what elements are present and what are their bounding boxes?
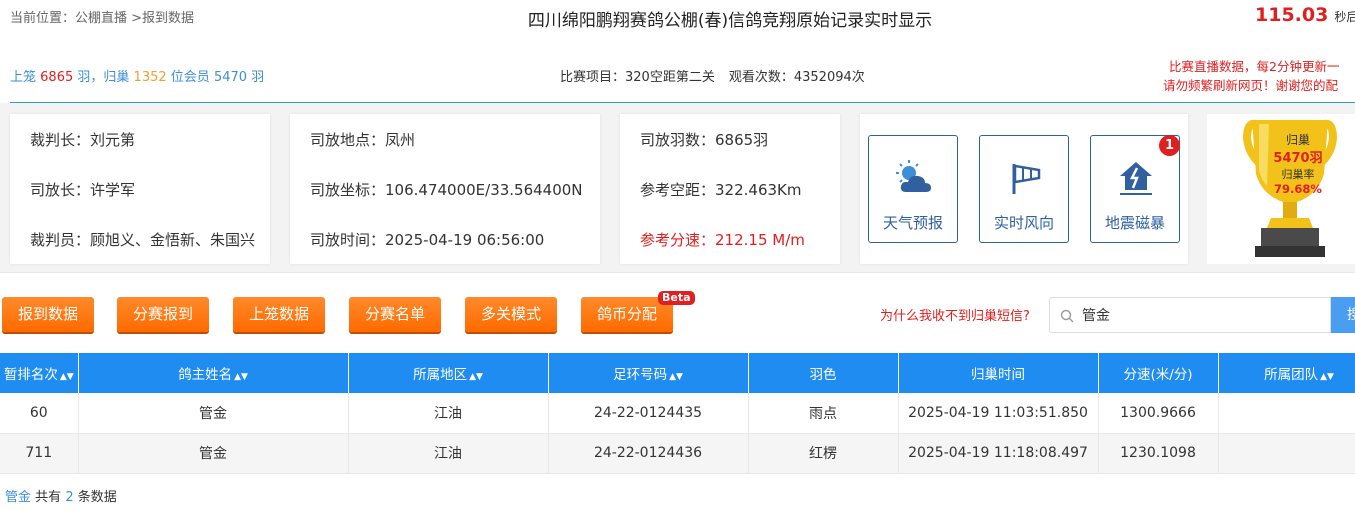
views-label: 观看次数： xyxy=(728,70,794,85)
release-time: 司放时间：2025-04-19 06:56:00 xyxy=(310,231,545,249)
earthquake-icon xyxy=(1120,162,1152,195)
wind-button[interactable]: 实时风向 xyxy=(979,135,1069,243)
members-unit: 羽 xyxy=(251,70,265,85)
race-item-label: 比赛项目： xyxy=(560,70,626,85)
table-row: 60 管金 江油 24-22-0124435 雨点 2025-04-19 11:… xyxy=(0,393,1355,434)
division-list-button[interactable]: 分赛名单 xyxy=(349,297,441,332)
cell-team xyxy=(1218,433,1355,474)
column-team[interactable]: 所属团队 ▲▼ xyxy=(1218,353,1355,393)
returned-count: 1352 xyxy=(133,70,167,85)
windsock-icon xyxy=(1012,164,1041,194)
countdown-unit: 秒后 xyxy=(1334,10,1355,24)
trophy-label: 归巢 xyxy=(1285,133,1310,147)
notice-line-1: 比赛直播数据，每2分钟更新一 xyxy=(1169,59,1340,74)
column-speed: 分速(米/分) xyxy=(1098,353,1219,393)
search-box xyxy=(1049,297,1331,333)
caged-count: 6865 xyxy=(40,70,74,85)
cell-speed: 1300.9666 xyxy=(1098,393,1219,434)
refresh-countdown: 115.03 秒后 xyxy=(1255,4,1355,26)
caged-unit: 羽，归巢 xyxy=(77,70,130,85)
result-keyword: 管金 xyxy=(5,490,32,505)
result-count: 管金 共有 2 条数据 xyxy=(5,486,117,505)
release-card: 司放地点：凤州 司放坐标：106.474000E/33.564400N 司放时间… xyxy=(290,114,600,264)
cell-speed: 1230.1098 xyxy=(1098,433,1219,474)
cell-team xyxy=(1218,393,1355,434)
cell-color: 红楞 xyxy=(748,433,899,474)
chief-judge: 裁判长：刘元第 xyxy=(30,131,136,149)
column-rank[interactable]: 暂排名次 ▲▼ xyxy=(0,353,79,393)
cell-rank: 711 xyxy=(0,433,79,474)
cell-region: 江油 xyxy=(348,393,549,434)
release-location: 司放地点：凤州 xyxy=(310,131,416,149)
members-label: 位会员 xyxy=(170,70,210,85)
race-info: 比赛项目：320空距第二关 观看次数：4352094次 xyxy=(560,66,865,85)
report-data-button[interactable]: 报到数据 xyxy=(2,297,94,332)
release-coordinates: 司放坐标：106.474000E/33.564400N xyxy=(310,181,583,199)
sort-icon: ▲▼ xyxy=(469,372,483,382)
reference-distance: 参考空距：322.463Km xyxy=(640,181,802,199)
cell-owner: 管金 xyxy=(78,433,349,474)
cell-return-time: 2025-04-19 11:18:08.497 xyxy=(898,433,1099,474)
column-color: 羽色 xyxy=(748,353,899,393)
sort-icon: ▲▼ xyxy=(234,372,248,382)
countdown-value: 115.03 xyxy=(1255,4,1329,26)
cell-owner: 管金 xyxy=(78,393,349,434)
weather-icon xyxy=(896,160,931,192)
results-table: 暂排名次 ▲▼ 鸽主姓名 ▲▼ 所属地区 ▲▼ 足环号码 ▲▼ 羽色 归巢时间 分速(米… xyxy=(0,353,1355,474)
search-icon xyxy=(1060,309,1074,323)
race-stats: 上笼 6865 羽，归巢 1352 位会员 5470 羽 xyxy=(10,66,264,85)
officials-card: 裁判长：刘元第 司放长：许学军 裁判员：顾旭义、金悟新、朱国兴 xyxy=(10,114,270,264)
result-total: 2 xyxy=(65,490,74,505)
table-row: 711 管金 江油 24-22-0124436 红楞 2025-04-19 11… xyxy=(0,433,1355,474)
beta-badge: Beta xyxy=(658,291,695,305)
trophy-count: 5470羽 xyxy=(1273,151,1323,166)
trophy-rate: 79.68% xyxy=(1274,182,1322,196)
sort-icon: ▲▼ xyxy=(59,372,74,382)
search-input[interactable] xyxy=(1082,306,1322,324)
column-return-time: 归巢时间 xyxy=(898,353,1099,393)
result-suffix: 条数据 xyxy=(77,490,117,505)
reference-speed: 参考分速：212.15 M/m xyxy=(640,231,805,249)
sort-icon: ▲▼ xyxy=(669,372,683,382)
judges: 裁判员：顾旭义、金悟新、朱国兴 xyxy=(30,231,256,249)
search-button[interactable]: 搜 xyxy=(1331,297,1355,333)
caged-label: 上笼 xyxy=(10,70,37,85)
page-title: 四川绵阳鹏翔赛鸽公棚(春)信鸽竞翔原始记录实时显示 xyxy=(527,11,933,31)
flight-card: 司放羽数：6865羽 参考空距：322.463Km 参考分速：212.15 M/… xyxy=(620,114,840,264)
cell-color: 雨点 xyxy=(748,393,899,434)
release-chief: 司放长：许学军 xyxy=(30,181,136,199)
race-item-value: 320空距第二关 xyxy=(625,70,715,85)
sort-icon: ▲▼ xyxy=(1320,372,1334,382)
table-header-row: 暂排名次 ▲▼ 鸽主姓名 ▲▼ 所属地区 ▲▼ 足环号码 ▲▼ 羽色 归巢时间 分速(米… xyxy=(0,353,1355,393)
released-birds: 司放羽数：6865羽 xyxy=(640,131,769,149)
refresh-notice: 比赛直播数据，每2分钟更新一 请勿频繁刷新网页！谢谢您的配 xyxy=(1163,57,1339,95)
column-owner[interactable]: 鸽主姓名 ▲▼ xyxy=(78,353,349,393)
cell-ring-number: 24-22-0124436 xyxy=(548,433,749,474)
sms-help-link[interactable]: 为什么我收不到归巢短信? xyxy=(880,305,1030,324)
notification-badge: 1 xyxy=(1159,135,1180,156)
cell-ring-number: 24-22-0124435 xyxy=(548,393,749,434)
cell-rank: 60 xyxy=(0,393,79,434)
weather-label: 天气预报 xyxy=(882,214,943,232)
weather-button[interactable]: 天气预报 xyxy=(868,135,958,243)
result-prefix: 共有 xyxy=(35,490,62,505)
cell-return-time: 2025-04-19 11:03:51.850 xyxy=(898,393,1099,434)
trophy-rate-label: 归巢率 xyxy=(1281,168,1315,181)
notice-line-2: 请勿频繁刷新网页！谢谢您的配 xyxy=(1163,78,1339,93)
views-value: 4352094次 xyxy=(793,70,865,85)
cell-region: 江油 xyxy=(348,433,549,474)
column-ring-number[interactable]: 足环号码 ▲▼ xyxy=(548,353,749,393)
members-count: 5470 xyxy=(213,70,248,85)
wind-label: 实时风向 xyxy=(993,214,1054,232)
multi-stage-button[interactable]: 多关模式 xyxy=(465,297,557,332)
earthquake-label: 地震磁暴 xyxy=(1104,214,1165,232)
column-region[interactable]: 所属地区 ▲▼ xyxy=(348,353,549,393)
caging-data-button[interactable]: 上笼数据 xyxy=(233,297,325,332)
division-report-button[interactable]: 分赛报到 xyxy=(117,297,209,332)
